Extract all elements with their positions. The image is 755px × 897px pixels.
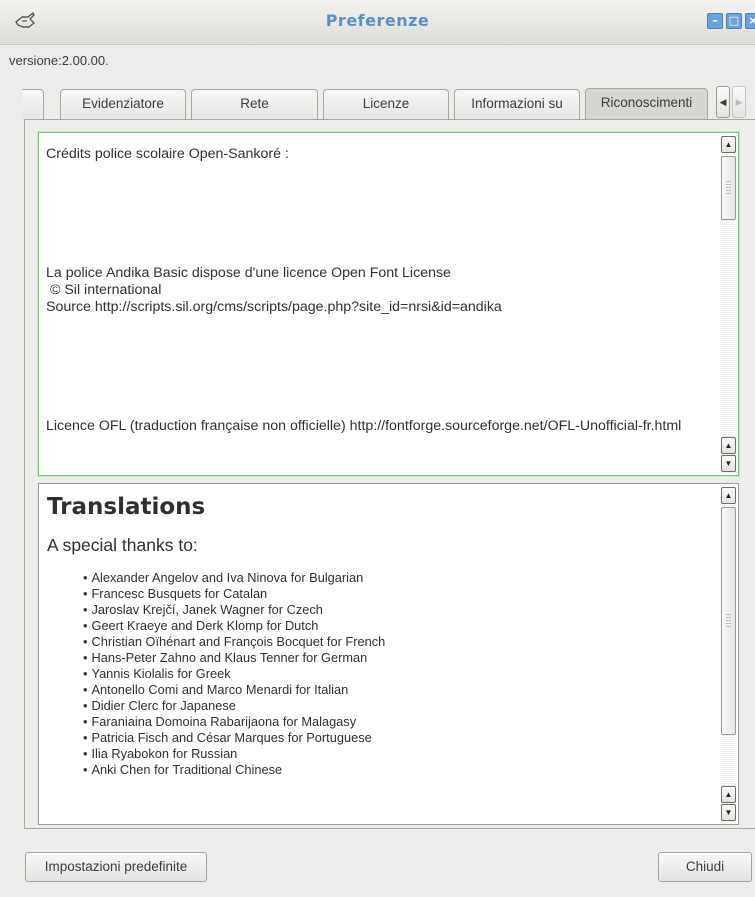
credits-scroll-down-icon[interactable]: ▼ (721, 455, 736, 472)
credits-scroll-thumb[interactable] (721, 156, 736, 220)
credits-license-line: La police Andika Basic dispose d'une lic… (46, 265, 451, 281)
translations-scrollbar[interactable]: ▲ ▲ ▼ (720, 485, 737, 823)
translations-textbox[interactable]: Translations A special thanks to: Alexan… (38, 483, 739, 825)
translations-title: Translations (47, 494, 206, 520)
credits-scroll-up-bottom-icon[interactable]: ▲ (721, 437, 736, 454)
list-item: Anki Chen for Traditional Chinese (83, 762, 707, 778)
credits-ofl-line: Licence OFL (traduction française non of… (46, 418, 682, 434)
list-item: Ilia Ryabokon for Russian (83, 746, 707, 762)
version-label: versione:2.00.00. (9, 53, 109, 68)
tab-hidden-partial[interactable] (22, 89, 44, 119)
list-item: Faraniaina Domoina Rabarijaona for Malag… (83, 714, 707, 730)
list-item: Jaroslav Krejčí, Janek Wagner for Czech (83, 602, 707, 618)
list-item: Yannis Kiolalis for Greek (83, 666, 707, 682)
tab-riconoscimenti[interactable]: Riconoscimenti (585, 88, 708, 120)
tab-informazioni-su[interactable]: Informazioni su (454, 89, 580, 119)
tab-scroll-right-button[interactable]: ▶ (732, 86, 746, 118)
credits-source-line: Source http://scripts.sil.org/cms/script… (46, 299, 502, 315)
credits-scrollbar[interactable]: ▲ ▲ ▼ (720, 134, 737, 474)
window-title: Preferenze (325, 11, 430, 30)
credits-scroll-up-icon[interactable]: ▲ (721, 136, 736, 153)
list-item: Antonello Comi and Marco Menardi for Ita… (83, 682, 707, 698)
translations-scroll-up-bottom-icon[interactable]: ▲ (721, 786, 736, 803)
list-item: Patricia Fisch and César Marques for Por… (83, 730, 707, 746)
tab-evidenziatore[interactable]: Evidenziatore (60, 89, 186, 119)
tab-licenze[interactable]: Licenze (323, 89, 449, 119)
close-button[interactable]: Chiudi (658, 852, 752, 882)
title-bar: Preferenze – □ × (0, 0, 755, 45)
close-window-button[interactable]: × (745, 13, 755, 29)
tab-scroll-left-button[interactable]: ◀ (716, 86, 730, 118)
defaults-button[interactable]: Impostazioni predefinite (25, 852, 207, 882)
list-item: Hans-Peter Zahno and Klaus Tenner for Ge… (83, 650, 707, 666)
translations-intro: A special thanks to: (47, 535, 198, 555)
translations-content: Translations A special thanks to: Alexan… (47, 492, 707, 778)
translations-scroll-thumb[interactable] (721, 507, 736, 735)
list-item: Geert Kraeye and Derk Klomp for Dutch (83, 618, 707, 634)
credits-content: Crédits police scolaire Open-Sankoré : L… (46, 146, 708, 435)
translations-scroll-up-icon[interactable]: ▲ (721, 487, 736, 504)
credits-heading: Crédits police scolaire Open-Sankoré : (46, 146, 289, 162)
translations-scroll-down-icon[interactable]: ▼ (721, 804, 736, 821)
list-item: Alexander Angelov and Iva Ninova for Bul… (83, 570, 707, 586)
list-item: Francesc Busquets for Catalan (83, 586, 707, 602)
list-item: Christian Oïhénart and François Bocquet … (83, 634, 707, 650)
credits-copyright-line: © Sil international (46, 282, 162, 298)
translators-list: Alexander Angelov and Iva Ninova for Bul… (47, 570, 707, 778)
credits-textbox[interactable]: Crédits police scolaire Open-Sankoré : L… (38, 132, 739, 476)
list-item: Didier Clerc for Japanese (83, 698, 707, 714)
minimize-button[interactable]: – (707, 13, 723, 29)
tab-rete[interactable]: Rete (191, 89, 318, 119)
maximize-button[interactable]: □ (726, 13, 742, 29)
